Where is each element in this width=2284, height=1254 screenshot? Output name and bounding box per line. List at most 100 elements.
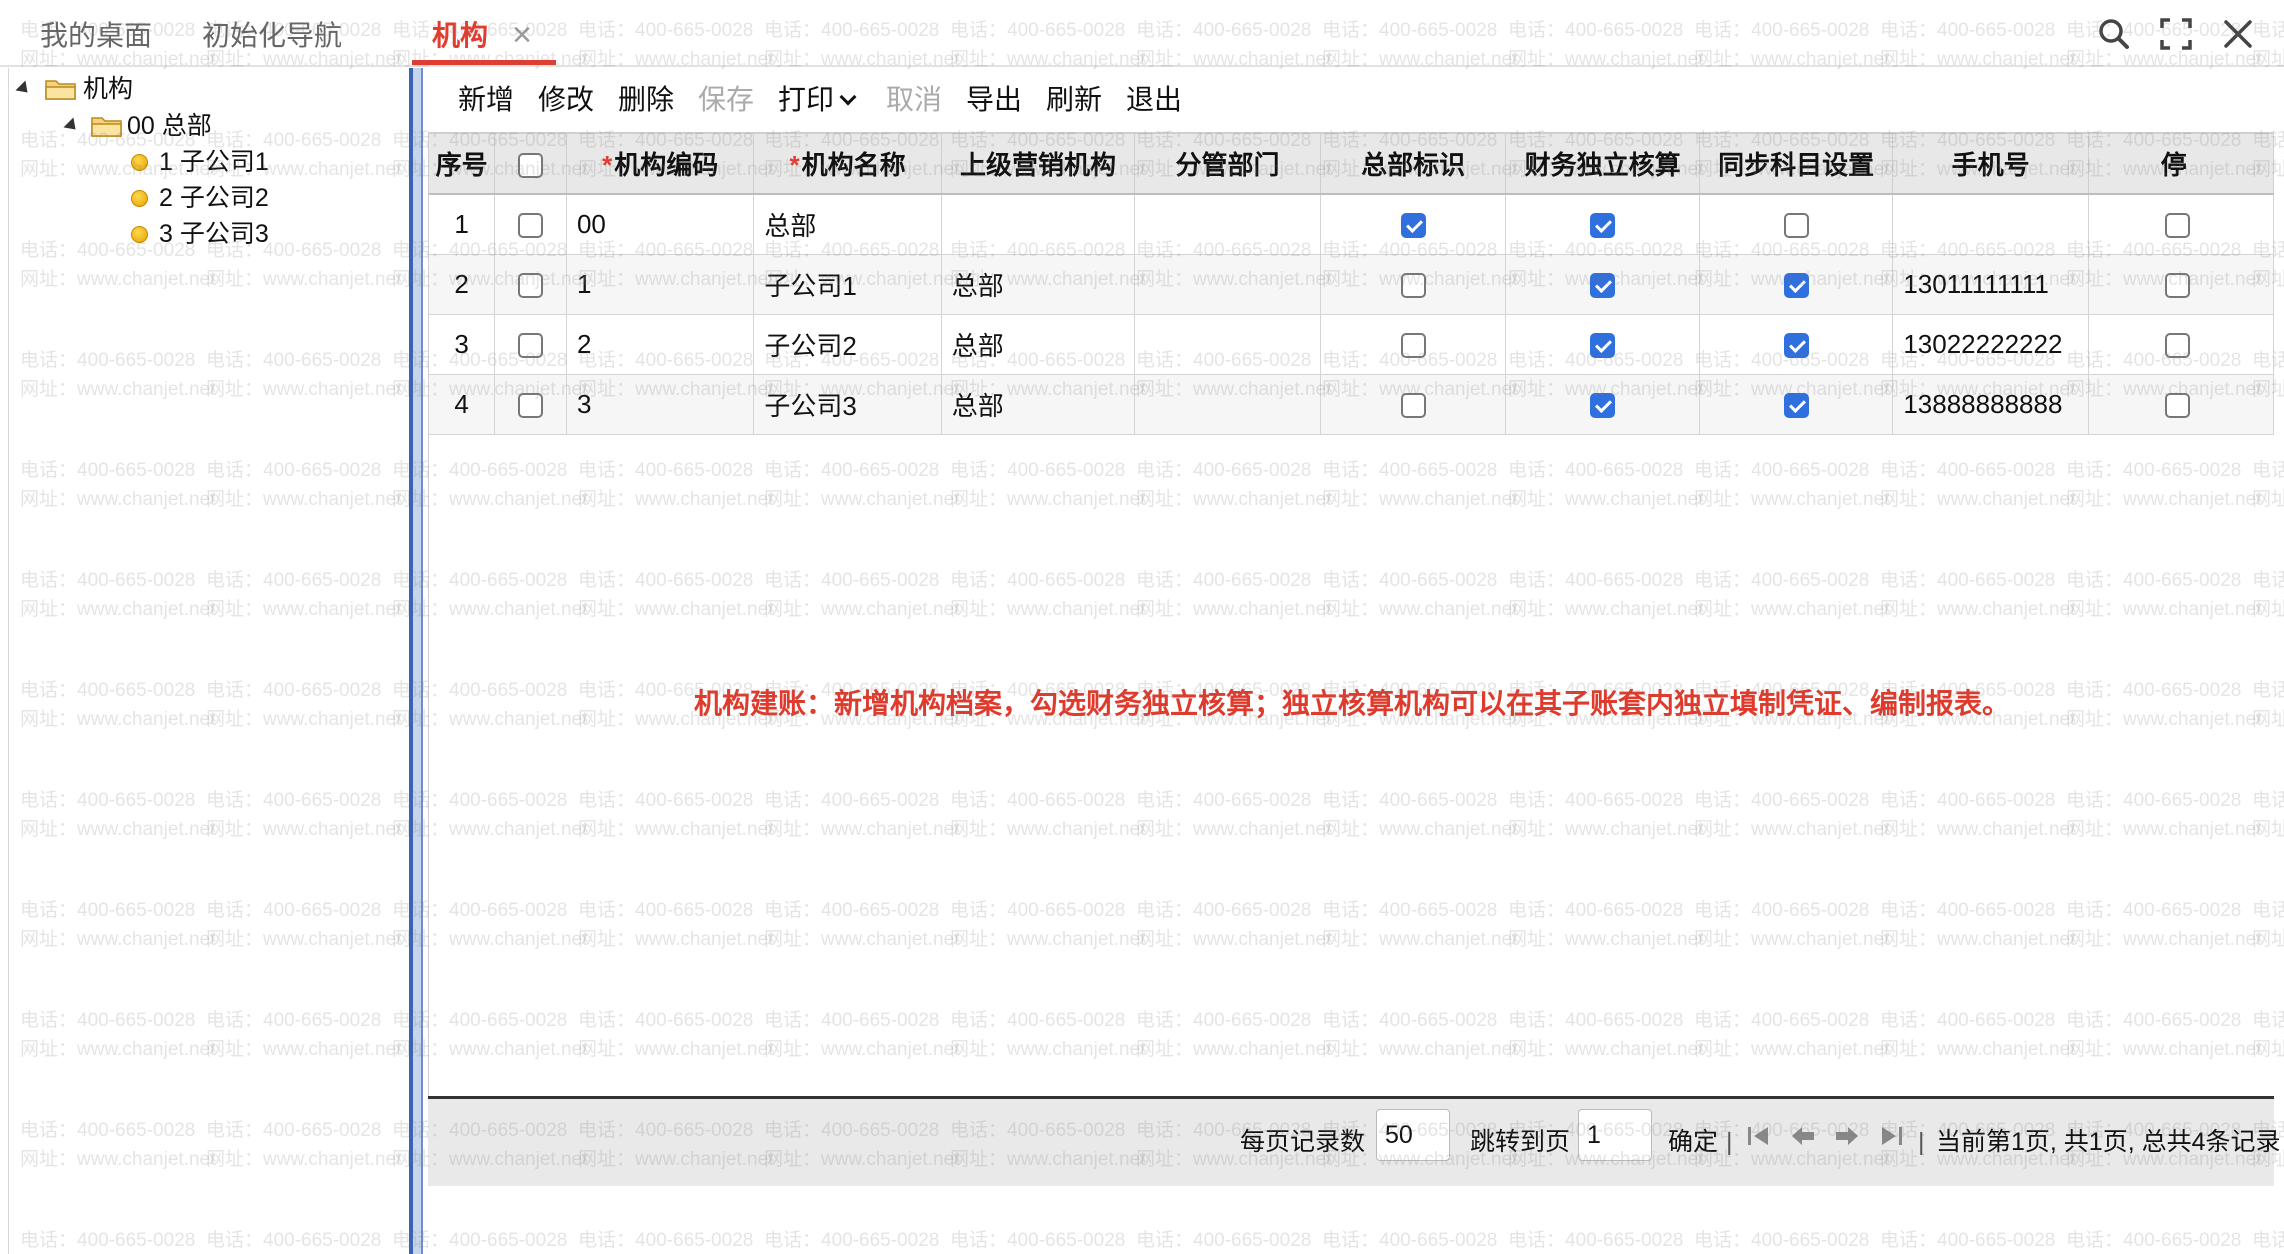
cell-name: 子公司3 [753, 374, 942, 435]
save-button[interactable]: 保存 [698, 82, 754, 118]
cell-hq [1320, 194, 1507, 255]
tree-node-headquarters[interactable]: 00 总部 [61, 109, 261, 143]
main-panel: 新增 修改 删除 保存 打印 取消 导出 刷新 退出 序号 *机构编码 *机构名… [424, 68, 2281, 1254]
tree-node-label: 00 总部 [127, 112, 212, 140]
table-header: 序号 *机构编码 *机构名称 上级营销机构 分管部门 总部标识 财务独立核算 同… [429, 134, 2274, 195]
row-select-checkbox[interactable] [518, 273, 544, 299]
print-label: 打印 [778, 84, 835, 115]
col-header-sync[interactable]: 同步科目设置 [1699, 134, 1894, 195]
exit-button[interactable]: 退出 [1126, 82, 1182, 118]
cell-hq [1320, 314, 1507, 375]
col-header-name[interactable]: *机构名称 [753, 134, 942, 195]
instruction-note: 机构建账：新增机构档案，勾选财务独立核算；独立核算机构可以在其子账套内独立填制凭… [693, 688, 2010, 719]
first-page-icon[interactable] [1744, 1121, 1774, 1151]
row-select-checkbox[interactable] [518, 393, 544, 419]
export-button[interactable]: 导出 [966, 82, 1022, 118]
cell-independent-checkbox[interactable] [1590, 393, 1616, 419]
col-header-label: 机构编码 [614, 150, 719, 180]
cell-parent: 总部 [941, 254, 1136, 315]
col-header-seq: 序号 [429, 134, 496, 195]
last-page-icon[interactable] [1876, 1121, 1906, 1151]
cell-sync-checkbox[interactable] [1783, 393, 1809, 419]
cancel-button[interactable]: 取消 [886, 82, 942, 118]
col-header-label: 机构名称 [801, 150, 906, 180]
col-header-hq[interactable]: 总部标识 [1320, 134, 1507, 195]
cell-independent-checkbox[interactable] [1590, 273, 1616, 299]
cell-sync [1699, 254, 1894, 315]
tab-init-nav[interactable]: 初始化导航 [202, 0, 342, 67]
cell-disabled [2088, 194, 2274, 255]
leaf-node-icon [131, 154, 148, 171]
org-table: 序号 *机构编码 *机构名称 上级营销机构 分管部门 总部标识 财务独立核算 同… [429, 134, 2274, 435]
per-page-label: 每页记录数 [1240, 1128, 1366, 1156]
cell-hq-checkbox[interactable] [1400, 333, 1426, 359]
col-header-independent[interactable]: 财务独立核算 [1505, 134, 1700, 195]
cell-independent [1505, 254, 1700, 315]
tree-node-label: 机构 [83, 75, 134, 103]
col-header-select-all [494, 134, 567, 195]
delete-button[interactable]: 删除 [618, 82, 674, 118]
cell-independent-checkbox[interactable] [1590, 213, 1616, 239]
cell-dept [1134, 254, 1321, 315]
edit-button[interactable]: 修改 [538, 82, 594, 118]
col-header-phone[interactable]: 手机号 [1892, 134, 2089, 195]
tab-my-desktop[interactable]: 我的桌面 [40, 0, 152, 67]
table-row[interactable]: 2 1 子公司1 总部 13011111111 [429, 254, 2274, 315]
expand-toggle-icon[interactable] [15, 80, 33, 98]
toolbar: 新增 修改 删除 保存 打印 取消 导出 刷新 退出 [424, 68, 2274, 132]
confirm-button[interactable]: 确定 [1668, 1125, 1718, 1159]
table-row[interactable]: 4 3 子公司3 总部 13888888888 [429, 374, 2274, 435]
org-grid: 序号 *机构编码 *机构名称 上级营销机构 分管部门 总部标识 财务独立核算 同… [428, 132, 2274, 1166]
tree-node-sub3[interactable]: 3 子公司3 [131, 217, 331, 251]
fullscreen-icon[interactable] [2156, 14, 2196, 54]
col-header-code[interactable]: *机构编码 [566, 134, 755, 195]
refresh-button[interactable]: 刷新 [1046, 82, 1102, 118]
cell-hq-checkbox[interactable] [1400, 393, 1426, 419]
cell-disabled-checkbox[interactable] [2164, 213, 2190, 239]
tab-organization[interactable]: 机构 [432, 0, 488, 67]
cell-phone: 13888888888 [1892, 374, 2089, 435]
select-all-checkbox[interactable] [518, 152, 544, 178]
cell-hq-checkbox[interactable] [1400, 273, 1426, 299]
cell-disabled-checkbox[interactable] [2164, 393, 2190, 419]
cell-sync-checkbox[interactable] [1783, 213, 1809, 239]
jump-page-input[interactable] [1578, 1109, 1652, 1161]
panel-splitter[interactable] [409, 68, 423, 1254]
cell-hq-checkbox[interactable] [1400, 213, 1426, 239]
expand-toggle-icon[interactable] [63, 117, 81, 135]
tree-node-sub2[interactable]: 2 子公司2 [131, 181, 331, 215]
required-mark: * [602, 150, 613, 180]
leaf-node-icon [131, 190, 148, 207]
row-select-checkbox[interactable] [518, 213, 544, 239]
cell-hq [1320, 254, 1507, 315]
cell-phone [1892, 194, 2089, 255]
tree-node-root[interactable]: 机构 [13, 72, 163, 106]
cell-independent-checkbox[interactable] [1590, 333, 1616, 359]
cell-sync-checkbox[interactable] [1783, 333, 1809, 359]
table-row[interactable]: 3 2 子公司2 总部 13022222222 [429, 314, 2274, 375]
cell-disabled-checkbox[interactable] [2164, 333, 2190, 359]
search-icon[interactable] [2094, 14, 2134, 54]
tab-close-icon[interactable]: × [507, 18, 537, 52]
col-header-parent[interactable]: 上级营销机构 [941, 134, 1136, 195]
cell-seq: 1 [429, 194, 496, 255]
cell-sync-checkbox[interactable] [1783, 273, 1809, 299]
cell-seq: 2 [429, 254, 496, 315]
cell-phone: 13022222222 [1892, 314, 2089, 375]
prev-page-icon[interactable] [1788, 1121, 1818, 1151]
table-row[interactable]: 1 00 总部 [429, 194, 2274, 255]
cell-code: 1 [566, 254, 755, 315]
separator: | [1918, 1128, 1925, 1156]
tree-node-sub1[interactable]: 1 子公司1 [131, 145, 331, 179]
close-icon[interactable] [2218, 14, 2258, 54]
col-header-disabled[interactable]: 停 [2088, 134, 2274, 195]
per-page-input[interactable] [1376, 1109, 1450, 1161]
cell-disabled-checkbox[interactable] [2164, 273, 2190, 299]
col-header-dept[interactable]: 分管部门 [1134, 134, 1321, 195]
row-select-checkbox[interactable] [518, 333, 544, 359]
next-page-icon[interactable] [1832, 1121, 1862, 1151]
cell-parent [941, 194, 1136, 255]
cell-select [494, 374, 567, 435]
print-button[interactable]: 打印 [778, 82, 857, 118]
add-button[interactable]: 新增 [458, 82, 514, 118]
